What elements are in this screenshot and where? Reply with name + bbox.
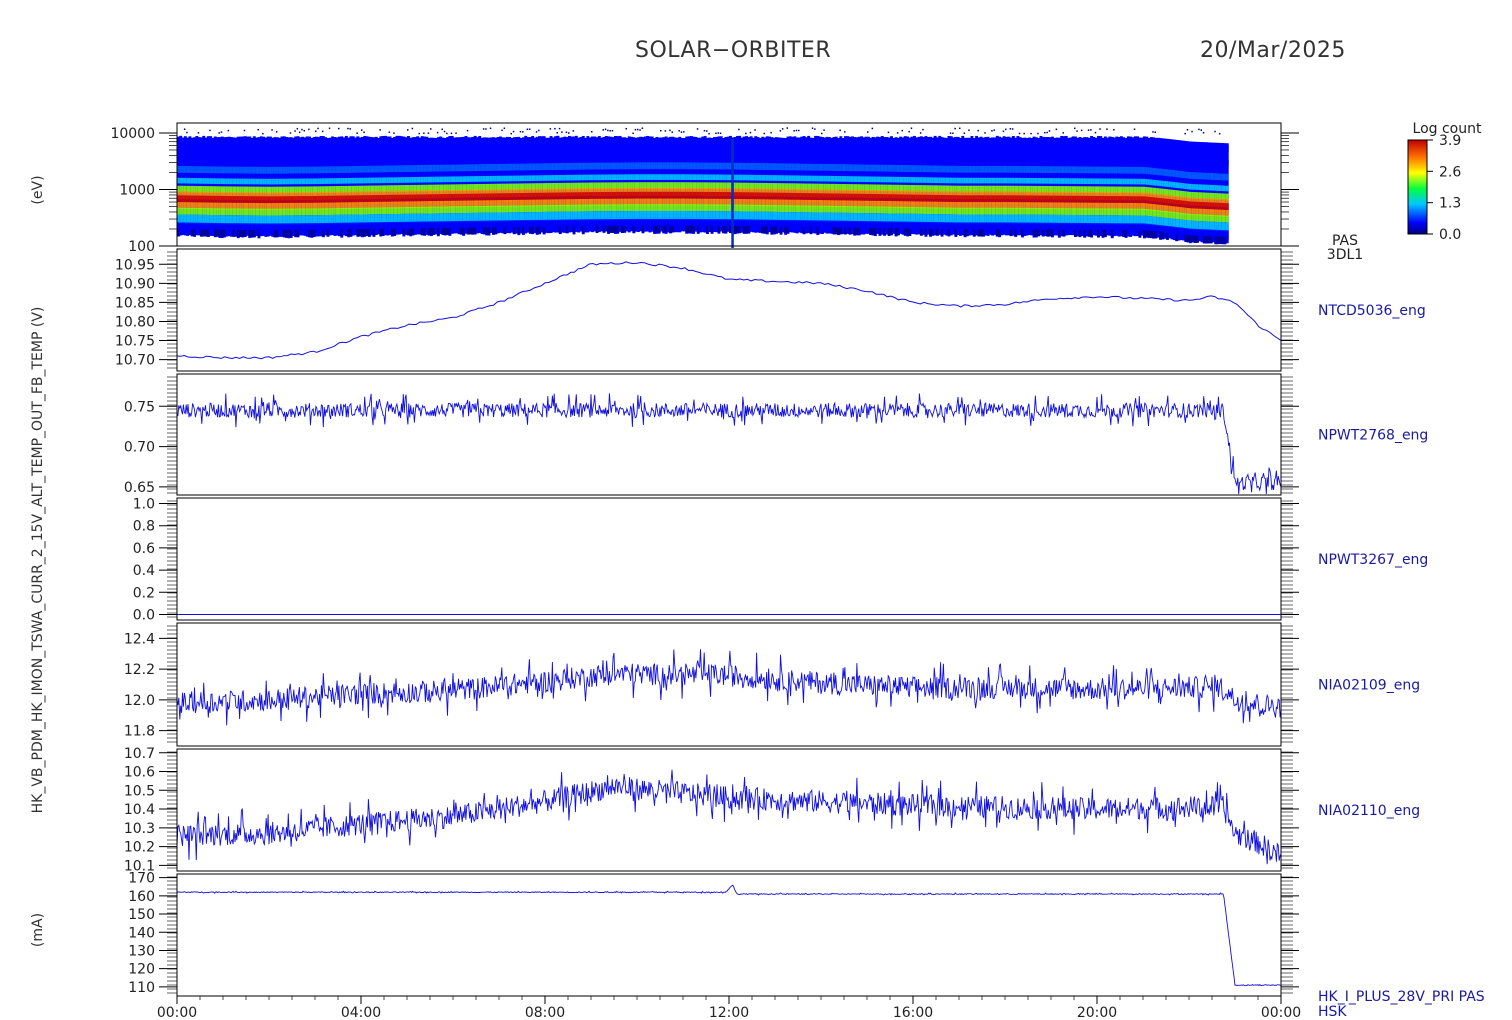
y-tick-label: 11.8	[124, 724, 155, 740]
colorbar-tick-label: 2.6	[1439, 164, 1461, 180]
y-tick-label: 100	[128, 239, 155, 255]
overlapping-y-axis-labels: HK_VB_PDM_HK_IMON_TSWA_CURR_2_15V_ALT_TE…	[30, 307, 46, 814]
y-axis-label-energy: (eV)	[30, 175, 46, 204]
series-trace	[176, 769, 1282, 865]
y-tick-label: 10.7	[124, 746, 155, 762]
series-label: NIA02110_eng	[1318, 803, 1420, 819]
series-trace	[176, 261, 1282, 360]
series-label: NTCD5036_eng	[1318, 303, 1426, 319]
x-tick-label: 04:00	[341, 1005, 381, 1020]
panel-npwt2768-eng: 0.75 0.70 0.65 NPWT2768_eng	[124, 373, 1428, 496]
y-tick-label: 1.0	[133, 497, 155, 513]
series-trace	[176, 884, 1282, 987]
y-tick-label: 10.70	[115, 353, 155, 369]
colorbar: Log count3.92.61.30.0	[1407, 121, 1482, 243]
y-tick-label: 0.6	[133, 541, 155, 557]
y-tick-label: 0.65	[124, 480, 155, 496]
y-tick-label: 110	[128, 980, 155, 996]
y-tick-label: 10.95	[115, 257, 155, 273]
y-tick-label: 0.70	[124, 440, 155, 456]
y-tick-label: 120	[128, 962, 155, 978]
y-tick-label: 10.85	[115, 295, 155, 311]
x-tick-label: 00:00	[157, 1005, 197, 1020]
x-tick-label: 08:00	[525, 1005, 565, 1020]
y-tick-label: 10.5	[124, 783, 155, 799]
y-tick-label: 0.75	[124, 399, 155, 415]
y-tick-label: 140	[128, 925, 155, 941]
y-tick-label: 160	[128, 889, 155, 905]
y-tick-label: 12.4	[124, 631, 155, 647]
y-tick-label: 12.2	[124, 662, 155, 678]
y-tick-label: 0.4	[133, 563, 155, 579]
x-tick-label: 00:00	[1261, 1005, 1301, 1020]
series-label-line2: 3DL1	[1327, 247, 1363, 263]
y-tick-label: 170	[128, 871, 155, 887]
panel-npwt3267-eng: 1.0 0.8 0.6 0.4 0.2 0.0 NPWT3267_eng	[133, 497, 1429, 624]
y-tick-label: 10.4	[124, 802, 155, 818]
y-tick-label: 130	[128, 943, 155, 959]
y-tick-label: 1000	[119, 182, 155, 198]
x-tick-label: 16:00	[893, 1005, 933, 1020]
series-label: NPWT2768_eng	[1318, 428, 1428, 444]
stack-plot: 100001000100 PAS3DL110.9510.9010.8510.801…	[30, 121, 1485, 1020]
colorbar-tick-label: 3.9	[1439, 133, 1461, 149]
series-trace	[176, 649, 1282, 726]
y-tick-label: 10000	[110, 126, 155, 142]
colorbar-tick-label: 0.0	[1439, 227, 1461, 243]
y-tick-label: 10.75	[115, 334, 155, 350]
y-tick-label: 150	[128, 907, 155, 923]
panel-pas-3dl1: 100001000100 PAS3DL1	[110, 122, 1363, 263]
x-tick-label: 12:00	[709, 1005, 749, 1020]
y-tick-label: 10.80	[115, 314, 155, 330]
series-label: NIA02109_eng	[1318, 678, 1420, 694]
panel-ntcd5036-eng: 10.95 10.90 10.85 10.80 10.75 10.70 NTCD5036_e…	[115, 248, 1426, 372]
y-tick-label: 0.8	[133, 519, 155, 535]
y-tick-label: 10.2	[124, 840, 155, 856]
y-tick-label: 10.90	[115, 276, 155, 292]
x-axis: 00:00 04:00 08:00 12:00 16:00 20:00 00:00	[157, 996, 1301, 1020]
x-tick-label: 20:00	[1077, 1005, 1117, 1020]
panel-nia02110-eng: 10.710.610.510.410.310.210.1NIA02110_eng	[124, 746, 1420, 875]
series-label: HK_I_PLUS_28V_PRI PAS	[1318, 989, 1485, 1005]
panel-nia02109-eng: 12.4 12.2 12.0 11.8 NIA02109_eng	[124, 622, 1420, 747]
series-label-line2: HSK	[1318, 1004, 1347, 1020]
colorbar-gradient	[1407, 139, 1428, 235]
y-tick-label: 10.3	[124, 821, 155, 837]
y-tick-label: 0.2	[133, 585, 155, 601]
series-label: NPWT3267_eng	[1318, 552, 1428, 568]
y-tick-label: 10.6	[124, 765, 155, 781]
y-tick-label: 0.0	[133, 607, 155, 623]
series-trace	[176, 393, 1282, 495]
y-tick-label: 12.0	[124, 693, 155, 709]
y-axis-label-current: (mA)	[30, 913, 46, 947]
colorbar-tick-label: 1.3	[1439, 196, 1461, 212]
